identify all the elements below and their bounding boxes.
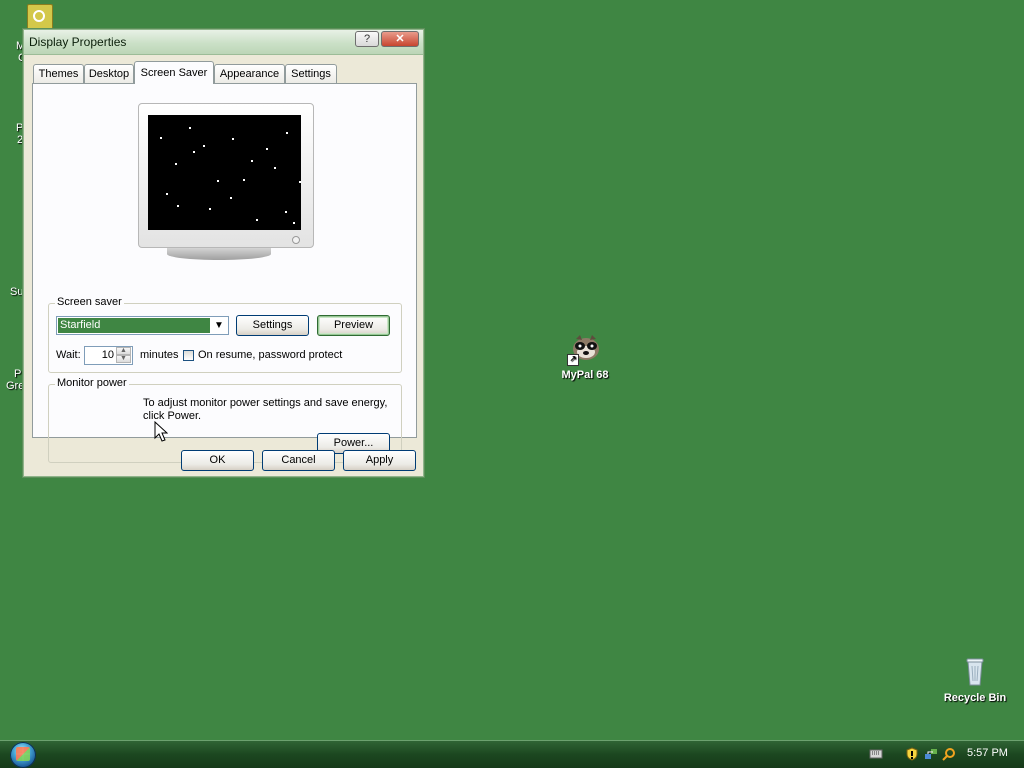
password-protect-label: On resume, password protect <box>198 349 343 361</box>
chevron-down-icon[interactable]: ▼ <box>211 318 227 333</box>
shortcut-arrow-icon: ↗ <box>567 354 579 366</box>
star <box>166 193 168 195</box>
monitor-power-led <box>292 236 300 244</box>
desktop-icon-mypal[interactable]: ↗ MyPal 68 <box>545 333 625 381</box>
tab-themes[interactable]: Themes <box>33 64 84 83</box>
monitor-power-group-label: Monitor power <box>55 377 129 389</box>
star <box>189 127 191 129</box>
desktop-icon-recycle-bin[interactable]: Recycle Bin <box>935 656 1015 704</box>
apply-button[interactable]: Apply <box>343 450 416 471</box>
tab-appearance[interactable]: Appearance <box>214 64 285 83</box>
recycle-bin-label: Recycle Bin <box>943 692 1007 704</box>
partial-desktop-label-5: Su <box>10 286 24 298</box>
search-icon[interactable] <box>942 747 956 761</box>
star <box>266 148 268 150</box>
monitor-stand <box>167 248 271 260</box>
star <box>274 167 276 169</box>
star <box>177 205 179 207</box>
screen-saver-group-label: Screen saver <box>55 296 124 308</box>
cancel-button[interactable]: Cancel <box>262 450 335 471</box>
security-shield-icon[interactable] <box>905 747 919 761</box>
star <box>243 179 245 181</box>
window-title: Display Properties <box>29 35 127 49</box>
star <box>256 219 258 221</box>
star <box>232 138 234 140</box>
tab-desktop[interactable]: Desktop <box>84 64 134 83</box>
wait-up-button[interactable]: ▲ <box>116 347 131 355</box>
password-protect-checkbox[interactable] <box>183 350 194 361</box>
start-button[interactable] <box>10 742 36 768</box>
close-button[interactable]: ✕ <box>381 31 419 47</box>
wait-down-button[interactable]: ▼ <box>116 355 131 363</box>
display-properties-window: Display Properties ? ✕ Themes Desktop Sc… <box>23 29 424 477</box>
star <box>293 222 295 224</box>
partial-desktop-label-7: Gre <box>6 380 25 392</box>
mypal-label: MyPal 68 <box>561 369 609 381</box>
star <box>285 211 287 213</box>
star <box>251 160 253 162</box>
star <box>193 151 195 153</box>
star <box>230 197 232 199</box>
keyboard-icon[interactable] <box>869 747 883 761</box>
screen-saver-panel: Screen saver Starfield ▼ Settings Previe… <box>32 83 417 463</box>
star <box>299 181 301 183</box>
screen-saver-group: Screen saver Starfield ▼ Settings Previe… <box>48 296 402 373</box>
ok-button[interactable]: OK <box>181 450 254 471</box>
tab-screen-saver[interactable]: Screen Saver <box>134 61 214 84</box>
monitor-power-description: To adjust monitor power settings and sav… <box>143 397 388 422</box>
title-bar[interactable]: Display Properties ? ✕ <box>24 30 423 55</box>
taskbar: 5:57 PM <box>0 740 1024 768</box>
mypal-icon: ↗ <box>567 333 601 366</box>
mouse-cursor-icon <box>154 421 168 442</box>
recycle-bin-icon <box>959 656 991 688</box>
screen-saver-preview <box>148 115 301 230</box>
star <box>175 163 177 165</box>
star <box>286 132 288 134</box>
star <box>209 208 211 210</box>
help-button[interactable]: ? <box>355 31 379 47</box>
wait-label: Wait: <box>56 349 81 361</box>
windows-logo-icon <box>16 747 30 761</box>
network-icon[interactable] <box>924 747 938 761</box>
monitor-preview <box>138 103 314 248</box>
tab-settings[interactable]: Settings <box>285 64 337 83</box>
star <box>160 137 162 139</box>
screen-saver-select[interactable]: Starfield ▼ <box>56 316 229 335</box>
desktop-app-icon[interactable] <box>27 4 53 30</box>
screen-saver-selected-value: Starfield <box>58 318 210 333</box>
minutes-label: minutes <box>140 349 179 361</box>
system-clock[interactable]: 5:57 PM <box>967 747 1008 759</box>
star <box>203 145 205 147</box>
star <box>217 180 219 182</box>
screen-saver-settings-button[interactable]: Settings <box>236 315 309 336</box>
screen-saver-preview-button[interactable]: Preview <box>317 315 390 336</box>
